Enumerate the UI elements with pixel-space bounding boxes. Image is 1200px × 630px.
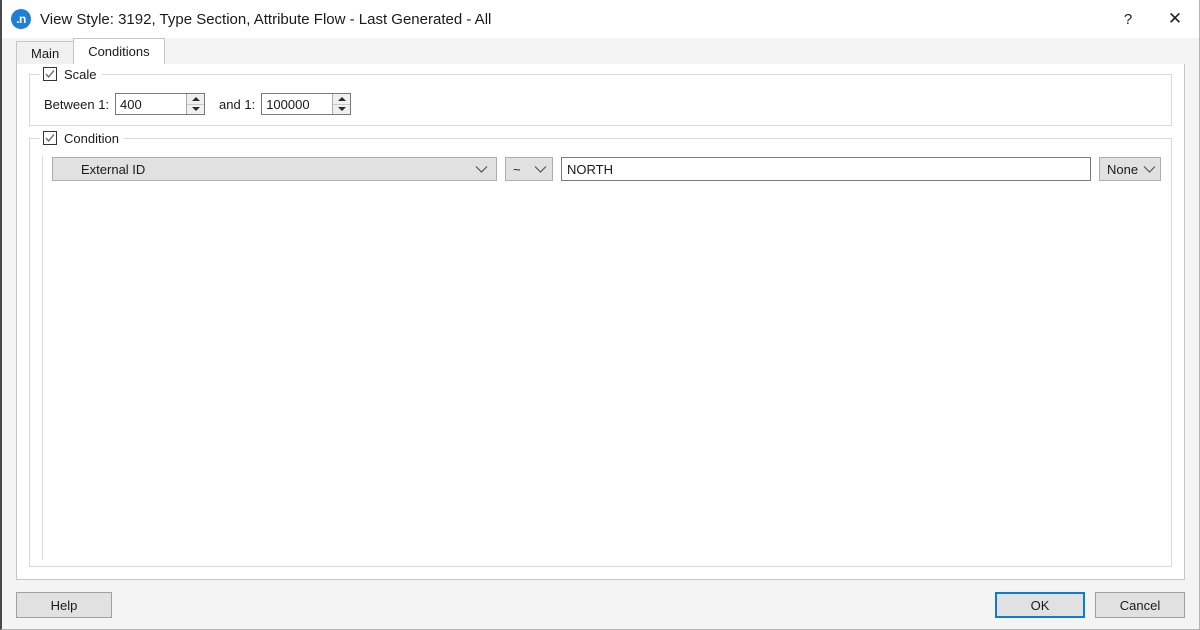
scale-label: Scale (64, 67, 97, 82)
scale-legend: Scale (40, 65, 102, 83)
stepper-down-icon[interactable] (333, 105, 350, 115)
stepper-down-icon[interactable] (187, 105, 204, 115)
ok-button[interactable]: OK (995, 592, 1085, 618)
chevron-down-icon (534, 165, 547, 174)
help-icon[interactable]: ? (1105, 0, 1151, 38)
scale-min-arrows[interactable] (186, 94, 204, 114)
title-bar: .n View Style: 3192, Type Section, Attri… (2, 0, 1199, 38)
stepper-up-icon[interactable] (187, 94, 204, 105)
condition-operator-select[interactable]: ~ (505, 157, 553, 181)
scale-max-arrows[interactable] (332, 94, 350, 114)
scale-min-value[interactable]: 400 (116, 94, 186, 114)
condition-value-input[interactable]: NORTH (561, 157, 1091, 181)
and-label: and 1: (219, 97, 255, 112)
stepper-up-icon[interactable] (333, 94, 350, 105)
condition-group: Condition External ID ~ (29, 138, 1172, 567)
chevron-down-icon (475, 165, 488, 174)
help-button[interactable]: Help (16, 592, 112, 618)
chevron-down-icon (1143, 165, 1156, 174)
condition-joiner-value: None (1107, 162, 1143, 177)
condition-row: External ID ~ (52, 157, 1161, 181)
app-icon: .n (11, 9, 31, 29)
tab-main[interactable]: Main (16, 41, 74, 64)
condition-field-value: External ID (81, 162, 475, 177)
scale-min-stepper[interactable]: 400 (115, 93, 205, 115)
dialog-button-bar: Help OK Cancel (2, 581, 1199, 629)
between-label: Between 1: (44, 97, 109, 112)
scale-max-value[interactable]: 100000 (262, 94, 332, 114)
condition-field-select[interactable]: External ID (52, 157, 497, 181)
conditions-tab-panel: Scale Between 1: 400 and 1: 100000 (16, 63, 1185, 580)
scale-body: Between 1: 400 and 1: 100000 (30, 75, 1171, 115)
dialog-window: .n View Style: 3192, Type Section, Attri… (0, 0, 1200, 630)
condition-rail (42, 155, 43, 560)
tab-strip: Main Conditions (2, 38, 1199, 64)
scale-checkbox[interactable] (43, 67, 57, 81)
condition-joiner-select[interactable]: None (1099, 157, 1161, 181)
checkmark-icon (45, 69, 55, 79)
window-title: View Style: 3192, Type Section, Attribut… (40, 11, 491, 28)
cancel-button[interactable]: Cancel (1095, 592, 1185, 618)
tab-conditions[interactable]: Conditions (73, 38, 164, 64)
close-icon[interactable]: ✕ (1151, 0, 1199, 38)
scale-max-stepper[interactable]: 100000 (261, 93, 351, 115)
window-controls: ? ✕ (1105, 0, 1199, 38)
condition-body: External ID ~ (30, 139, 1171, 566)
scale-group: Scale Between 1: 400 and 1: 100000 (29, 74, 1172, 126)
condition-operator-value: ~ (513, 162, 534, 177)
